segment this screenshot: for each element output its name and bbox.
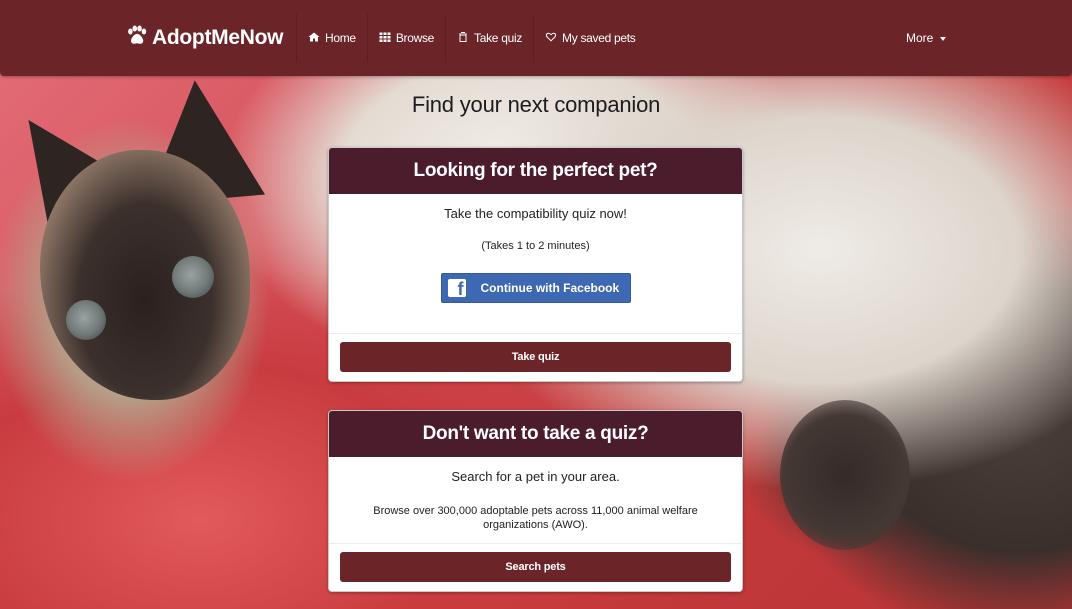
cat-face: [40, 150, 250, 400]
cat-paw: [780, 400, 910, 550]
search-card-footer: Search pets: [329, 543, 742, 591]
facebook-icon: f: [447, 279, 466, 297]
search-card-title: Don't want to take a quiz?: [329, 411, 742, 457]
cat-eye-right: [172, 256, 214, 298]
home-icon: [308, 31, 320, 46]
brand-name: AdoptMeNow: [152, 26, 284, 49]
heart-icon: [545, 31, 557, 46]
nav-items: Home Browse Take quiz My saved pets: [296, 14, 647, 62]
cat-eye-left: [66, 300, 106, 340]
quiz-card-title: Looking for the perfect pet?: [329, 148, 742, 194]
take-quiz-button[interactable]: Take quiz: [340, 342, 731, 372]
navbar: AdoptMeNow Home Browse Take quiz My save…: [0, 0, 1072, 76]
search-card-description: Browse over 300,000 adoptable pets acros…: [373, 505, 698, 531]
more-label: More: [906, 31, 934, 45]
caret-down-icon: [940, 36, 947, 41]
more-dropdown[interactable]: More: [906, 14, 947, 62]
search-card: Don't want to take a quiz? Search for a …: [328, 410, 743, 592]
facebook-button-label: Continue with Facebook: [480, 281, 620, 295]
nav-item-take-quiz[interactable]: Take quiz: [445, 14, 533, 62]
nav-item-label: Take quiz: [474, 31, 523, 45]
search-card-lead: Search for a pet in your area.: [451, 469, 620, 484]
nav-item-label: My saved pets: [562, 31, 636, 45]
grid-icon: [379, 31, 391, 46]
nav-item-saved-pets[interactable]: My saved pets: [533, 14, 646, 62]
nav-item-label: Browse: [395, 31, 435, 45]
quiz-card-note: (Takes 1 to 2 minutes): [481, 240, 590, 252]
nav-item-home[interactable]: Home: [296, 14, 367, 62]
quiz-card-lead: Take the compatibility quiz now!: [444, 206, 627, 221]
nav-item-label: Home: [325, 31, 356, 45]
continue-with-facebook-button[interactable]: f Continue with Facebook: [440, 273, 631, 303]
page-title: Find your next companion: [411, 92, 661, 117]
quiz-card-footer: Take quiz: [329, 333, 742, 381]
clipboard-icon: [457, 31, 469, 46]
paw-icon: [126, 25, 147, 51]
brand-link[interactable]: AdoptMeNow: [126, 25, 283, 51]
quiz-card: Looking for the perfect pet? Take the co…: [328, 147, 743, 382]
search-pets-button[interactable]: Search pets: [340, 552, 731, 582]
nav-item-browse[interactable]: Browse: [366, 14, 445, 62]
